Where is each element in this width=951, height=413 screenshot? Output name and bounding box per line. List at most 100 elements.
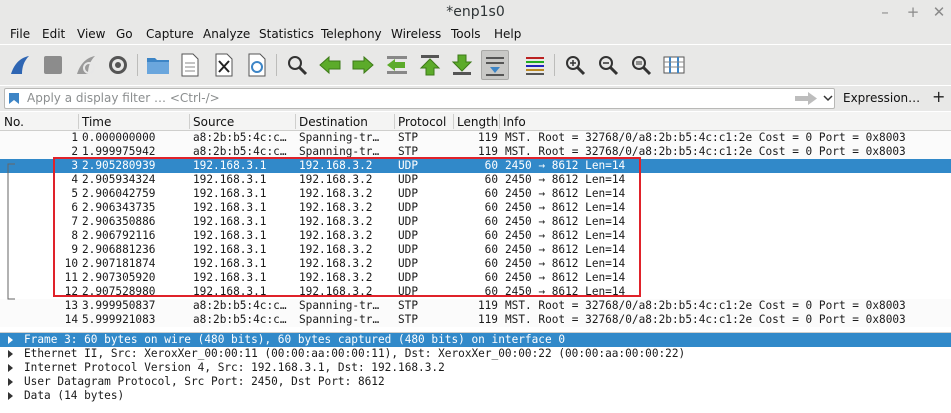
colorize-icon[interactable]	[521, 50, 549, 80]
column-length[interactable]: Length	[457, 115, 498, 129]
conversation-bracket	[7, 163, 15, 300]
detail-text: Data (14 bytes)	[24, 389, 125, 402]
column-source[interactable]: Source	[193, 115, 234, 129]
menu-tools[interactable]: Tools	[451, 27, 481, 41]
display-filter-bar: Apply a display filter … <Ctrl-/> Expres…	[0, 86, 951, 111]
cell-protocol: STP	[398, 299, 419, 312]
detail-tree-item[interactable]: Internet Protocol Version 4, Src: 192.16…	[0, 361, 951, 375]
filter-bookmark-icon[interactable]	[8, 92, 20, 105]
cell-no: 1	[71, 131, 78, 144]
table-row[interactable]: 1 0.000000000 a8:2b:b5:4c:c… Spanning-tr… ST…	[0, 131, 951, 145]
toolbar-separator	[276, 54, 277, 76]
go-back-arrow-icon[interactable]	[316, 50, 344, 80]
open-folder-icon[interactable]	[144, 50, 172, 80]
add-filter-button[interactable]: +	[932, 87, 945, 106]
cell-length: 119	[477, 313, 498, 326]
expand-arrow-icon[interactable]	[8, 336, 13, 344]
window-title: *enp1s0	[446, 4, 505, 20]
detail-text: User Datagram Protocol, Src Port: 2450, …	[24, 375, 385, 388]
stop-square-icon[interactable]	[39, 50, 67, 80]
column-divider	[499, 114, 500, 129]
expand-arrow-icon[interactable]	[8, 392, 13, 400]
detail-tree-item[interactable]: Frame 3: 60 bytes on wire (480 bits), 60…	[0, 333, 951, 347]
cell-destination: Spanning-tr…	[299, 131, 380, 144]
shark-fin-start-icon[interactable]	[6, 50, 34, 80]
capture-options-gear-icon[interactable]	[104, 50, 132, 80]
reload-icon[interactable]	[243, 50, 271, 80]
menu-edit[interactable]: Edit	[42, 27, 65, 41]
packet-list: No. Time Source Destination Protocol Len…	[0, 112, 951, 329]
menu-bar: File Edit View Go Capture Analyze Statis…	[0, 26, 951, 44]
menu-go[interactable]: Go	[116, 27, 133, 41]
expression-button[interactable]: Expression…	[843, 91, 920, 105]
table-row[interactable]: 13 3.999950837 a8:2b:b5:4c:c… Spanning-tr… S…	[0, 299, 951, 313]
column-divider	[189, 114, 190, 129]
cell-destination: Spanning-tr…	[299, 313, 380, 326]
zoom-in-icon[interactable]	[561, 50, 589, 80]
column-no[interactable]: No.	[4, 115, 24, 129]
detail-text: Frame 3: 60 bytes on wire (480 bits), 60…	[24, 333, 565, 346]
auto-scroll-icon[interactable]	[481, 50, 509, 80]
resize-columns-icon[interactable]	[660, 50, 688, 80]
detail-tree-item[interactable]: User Datagram Protocol, Src Port: 2450, …	[0, 375, 951, 389]
restart-fin-icon[interactable]	[72, 50, 100, 80]
cell-info: MST. Root = 32768/0/a8:2b:b5:4c:c1:2e Co…	[505, 131, 906, 144]
zoom-normal-icon[interactable]	[627, 50, 655, 80]
minimize-button[interactable]: –	[875, 2, 895, 22]
file-save-icon[interactable]	[176, 50, 204, 80]
apply-filter-arrow-icon[interactable]	[794, 92, 818, 105]
expand-arrow-icon[interactable]	[8, 364, 13, 372]
cell-time: 5.999921083	[82, 313, 156, 326]
cell-protocol: STP	[398, 131, 419, 144]
detail-text: Internet Protocol Version 4, Src: 192.16…	[24, 361, 445, 374]
close-button[interactable]: ✕	[929, 2, 949, 22]
detail-tree-item[interactable]: Ethernet II, Src: XeroxXer_00:00:11 (00:…	[0, 347, 951, 361]
toolbar-separator	[137, 54, 138, 76]
column-divider	[453, 114, 454, 129]
title-bar: *enp1s0 – + ✕	[0, 0, 951, 26]
cell-info: MST. Root = 32768/0/a8:2b:b5:4c:c1:2e Co…	[505, 313, 906, 326]
menu-analyze[interactable]: Analyze	[203, 27, 250, 41]
maximize-button[interactable]: +	[903, 2, 923, 22]
cell-length: 119	[477, 299, 498, 312]
cell-protocol: STP	[398, 313, 419, 326]
expand-arrow-icon[interactable]	[8, 378, 13, 386]
menu-capture[interactable]: Capture	[146, 27, 194, 41]
expand-arrow-icon[interactable]	[8, 350, 13, 358]
detail-tree-item[interactable]: Data (14 bytes)	[0, 389, 951, 403]
column-divider	[295, 114, 296, 129]
close-file-icon[interactable]	[210, 50, 238, 80]
cell-time: 0.000000000	[82, 131, 156, 144]
column-protocol[interactable]: Protocol	[398, 115, 446, 129]
filter-placeholder: Apply a display filter … <Ctrl-/>	[27, 91, 220, 105]
go-first-packet-icon[interactable]	[416, 50, 444, 80]
cell-source: a8:2b:b5:4c:c…	[193, 299, 287, 312]
cell-length: 119	[477, 131, 498, 144]
menu-wireless[interactable]: Wireless	[391, 27, 441, 41]
cell-destination: Spanning-tr…	[299, 299, 380, 312]
go-forward-arrow-icon[interactable]	[349, 50, 377, 80]
menu-statistics[interactable]: Statistics	[259, 27, 314, 41]
column-time[interactable]: Time	[82, 115, 111, 129]
menu-help[interactable]: Help	[494, 27, 521, 41]
packet-list-header: No. Time Source Destination Protocol Len…	[0, 112, 951, 131]
display-filter-input[interactable]: Apply a display filter … <Ctrl-/>	[4, 88, 835, 109]
chevron-down-icon[interactable]	[823, 93, 833, 103]
go-last-packet-icon[interactable]	[448, 50, 476, 80]
column-divider	[394, 114, 395, 129]
highlight-box	[53, 157, 641, 297]
menu-telephony[interactable]: Telephony	[321, 27, 382, 41]
column-destination[interactable]: Destination	[299, 115, 368, 129]
table-row[interactable]: 14 5.999921083 a8:2b:b5:4c:c… Spanning-tr… S…	[0, 313, 951, 327]
menu-view[interactable]: View	[77, 27, 105, 41]
cell-source: a8:2b:b5:4c:c…	[193, 313, 287, 326]
go-to-packet-icon[interactable]	[383, 50, 411, 80]
toolbar-separator	[554, 54, 555, 76]
find-packet-icon[interactable]	[283, 50, 311, 80]
cell-no: 14	[64, 313, 78, 326]
menu-file[interactable]: File	[10, 27, 30, 41]
cell-info: MST. Root = 32768/0/a8:2b:b5:4c:c1:2e Co…	[505, 299, 906, 312]
main-toolbar	[0, 45, 951, 85]
column-info[interactable]: Info	[503, 115, 526, 129]
zoom-out-icon[interactable]	[594, 50, 622, 80]
